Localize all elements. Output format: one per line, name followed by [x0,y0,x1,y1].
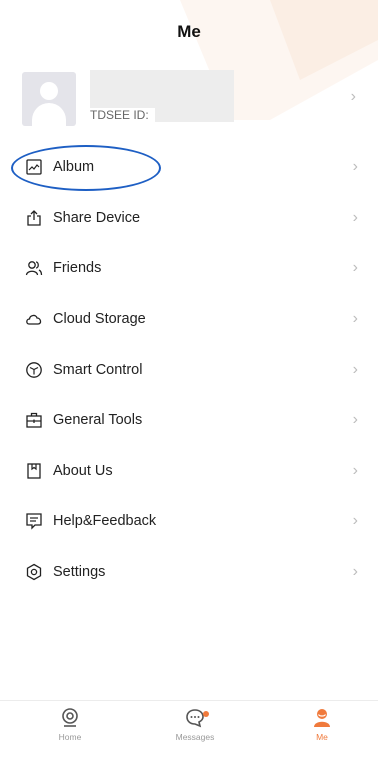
profile-row[interactable]: TDSEE ID: › [22,70,368,126]
toolbox-icon [26,413,42,428]
menu-item-about-us[interactable]: About Us › [0,446,378,497]
share-icon [27,209,41,226]
chevron-right-icon: › [352,259,358,277]
menu-item-help-feedback[interactable]: Help&Feedback › [0,496,378,547]
menu-item-cloud-storage[interactable]: Cloud Storage › [0,294,378,345]
bottom-tab-bar: Home Messages Me [0,700,378,762]
chevron-right-icon: › [352,461,358,479]
tab-me[interactable]: Me [282,707,362,742]
chevron-right-icon: › [352,310,358,328]
chevron-right-icon: › [352,360,358,378]
chevron-right-icon: › [352,512,358,530]
menu-item-label: Share Device [53,209,141,226]
menu-item-label: Help&Feedback [53,513,157,530]
tdsee-id-label: TDSEE ID: [90,108,155,122]
chevron-right-icon: › [352,208,358,226]
image-icon [26,159,42,175]
me-screen: Me TDSEE ID: › Album › Share Device › Fr… [0,0,378,762]
tab-messages[interactable]: Messages [155,707,235,742]
menu-item-label: Smart Control [53,361,143,378]
menu-item-friends[interactable]: Friends › [0,243,378,294]
chevron-right-icon: › [350,88,356,105]
chevron-right-icon: › [352,563,358,581]
menu-item-label: Album [53,159,95,176]
feedback-icon [26,513,42,531]
menu-item-label: Cloud Storage [53,311,146,328]
settings-icon [26,563,42,581]
menu-list: Album › Share Device › Friends › Cloud S… [0,142,378,597]
menu-item-label: About Us [53,462,113,479]
menu-item-general-tools[interactable]: General Tools › [0,395,378,446]
menu-item-album[interactable]: Album › [0,142,378,193]
menu-item-smart-control[interactable]: Smart Control › [0,344,378,395]
menu-item-label: Friends [53,260,102,277]
page-title: Me [177,22,201,41]
tab-home-label: Home [58,732,82,742]
camera-icon [62,708,78,727]
menu-item-settings[interactable]: Settings › [0,547,378,598]
chevron-right-icon: › [352,158,358,176]
bookmark-icon [27,463,41,479]
cloud-icon [26,314,42,325]
chevron-right-icon: › [352,411,358,429]
menu-item-share-device[interactable]: Share Device › [0,193,378,244]
tab-me-label: Me [316,732,328,742]
unread-dot [203,711,209,717]
tab-home[interactable]: Home [30,707,110,742]
chat-bubble-icon [186,709,204,728]
menu-item-label: Settings [53,564,106,581]
friends-icon [25,261,43,276]
menu-item-label: General Tools [53,412,143,429]
avatar[interactable] [22,72,76,126]
user-icon [314,709,330,727]
tab-messages-label: Messages [175,732,215,742]
cube-icon [26,361,42,378]
